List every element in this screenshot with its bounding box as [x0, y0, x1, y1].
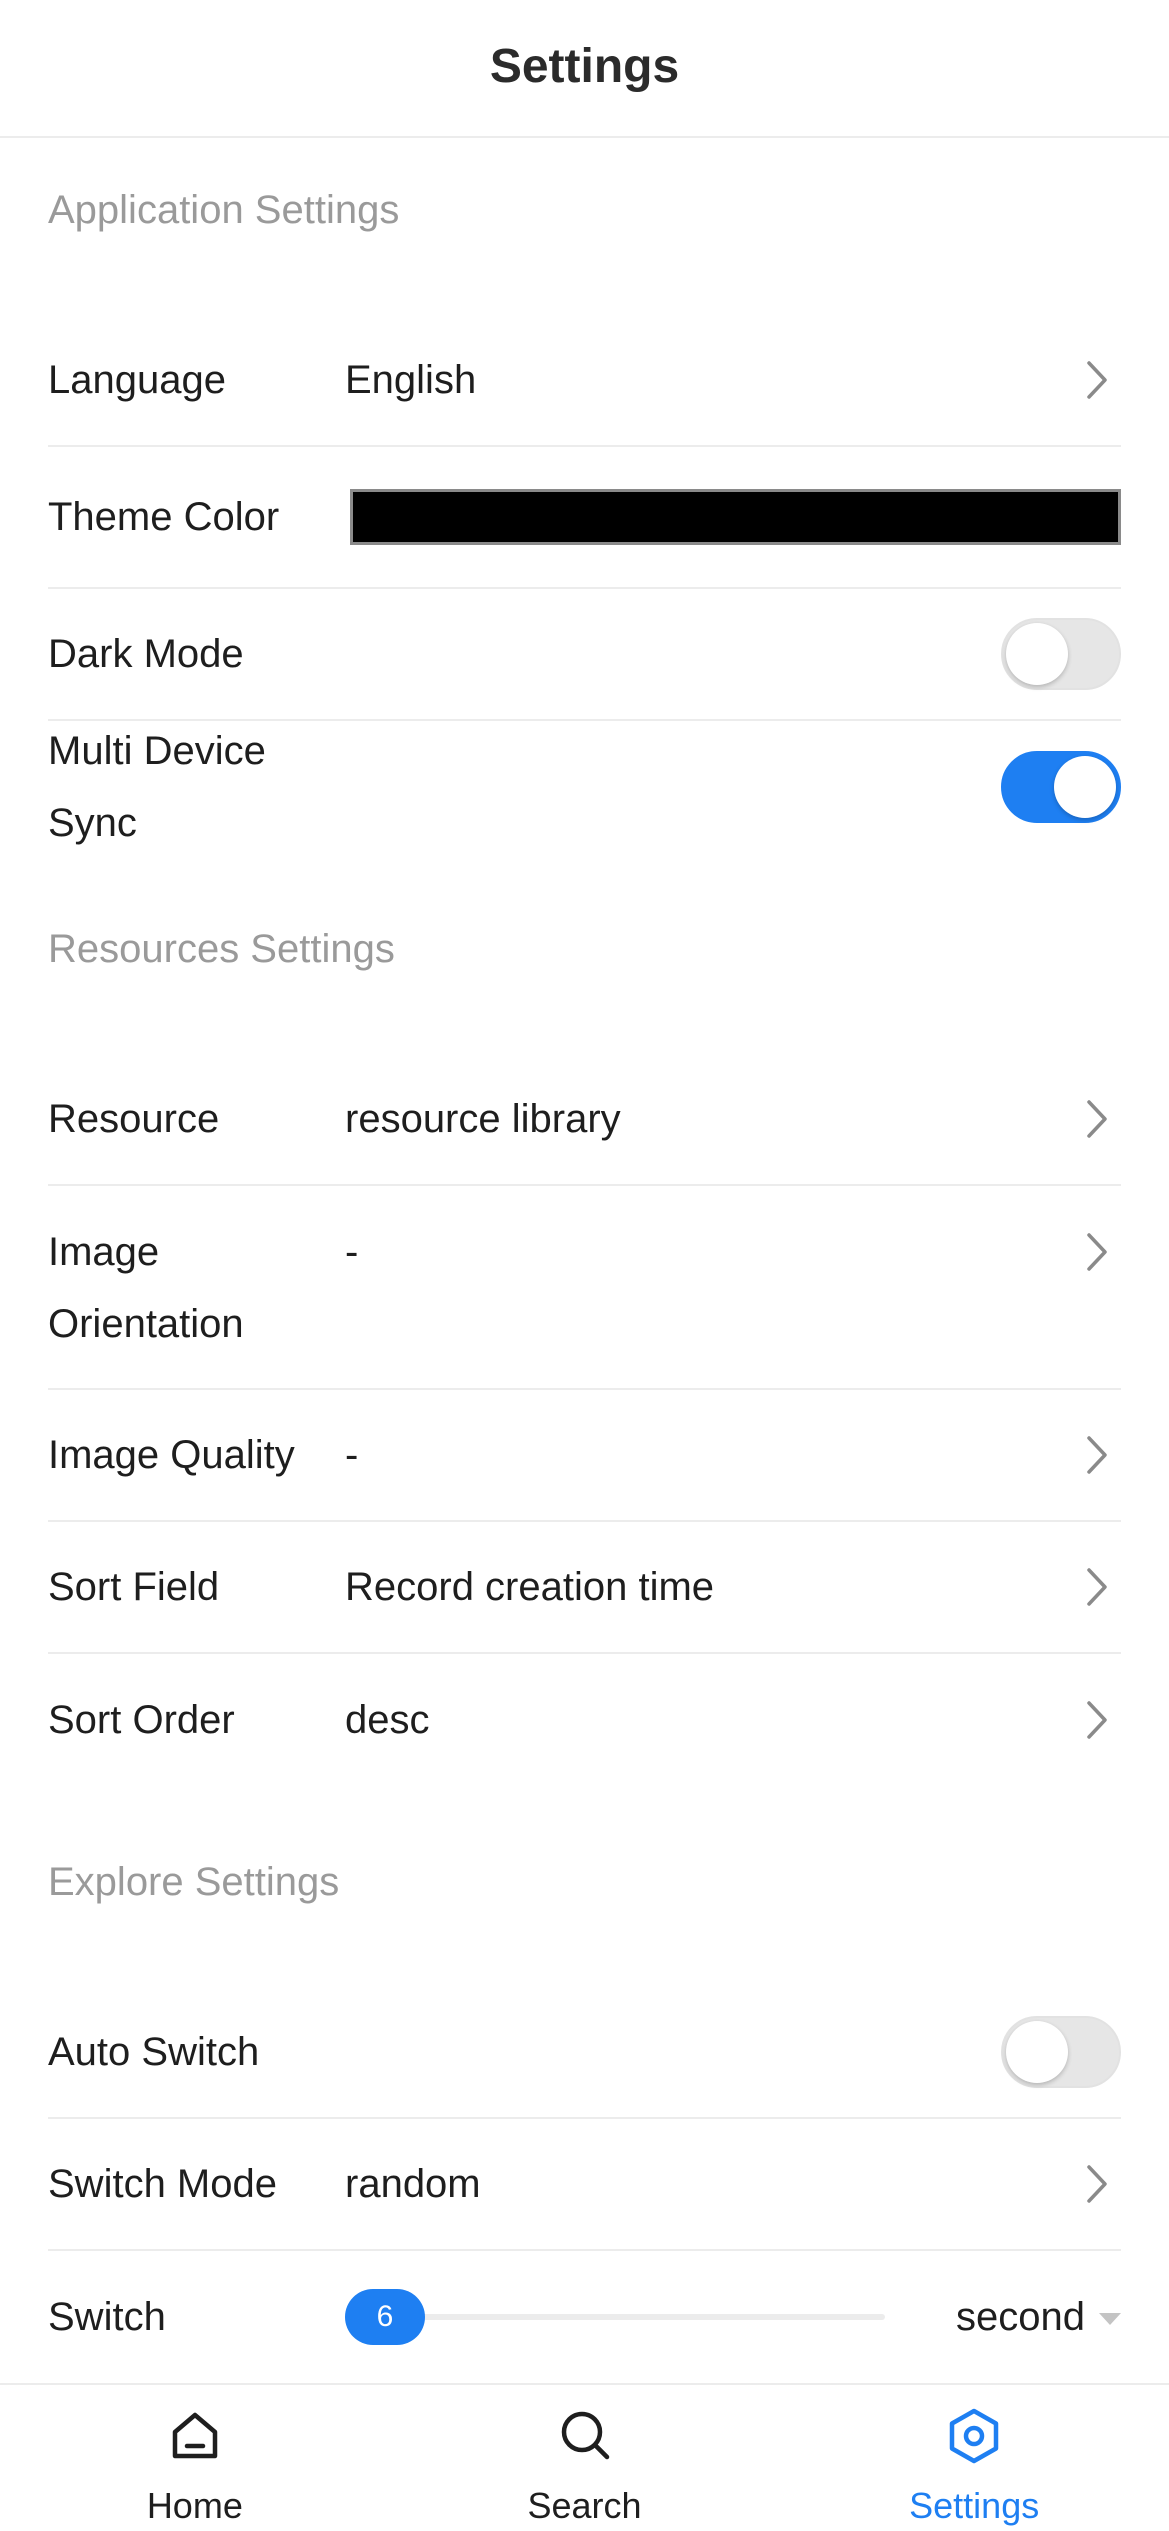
theme-color-label: Theme Color — [48, 495, 280, 539]
section-title-resources: Resources Settings — [48, 927, 395, 971]
dark-mode-switch[interactable] — [1001, 618, 1121, 690]
chevron-right-icon — [1073, 356, 1121, 404]
section-title-application: Application Settings — [48, 188, 400, 232]
auto-switch-switch[interactable] — [1001, 2016, 1121, 2088]
resource-cell[interactable]: Resource resource library — [48, 1054, 1121, 1186]
interval-unit-value: second — [956, 2294, 1085, 2339]
tab-home-label: Home — [146, 2485, 243, 2526]
tab-bar: Home Search Settings — [0, 2383, 1169, 2531]
settings-icon — [949, 2408, 999, 2464]
chevron-right-icon — [1073, 1228, 1121, 1276]
explore-settings-group: Auto Switch Switch Mode random Switch 6 … — [0, 1955, 1169, 2383]
interval-unit-select[interactable]: second — [956, 2295, 1121, 2340]
dark-mode-label: Dark Mode — [48, 632, 244, 676]
image-orientation-value: - — [345, 1230, 359, 1274]
tab-search-label: Search — [527, 2485, 642, 2526]
settings-list[interactable]: Application Settings Language English Th… — [0, 138, 1169, 2383]
switch-knob — [1054, 756, 1116, 818]
sort-field-label: Sort Field — [48, 1565, 220, 1609]
multi-device-sync-label: Multi Device Sync — [48, 729, 266, 845]
switch-mode-label: Switch Mode — [48, 2162, 277, 2206]
resources-settings-group: Resource resource library Image Orientat… — [0, 1022, 1169, 1786]
search-icon — [561, 2411, 609, 2460]
switch-knob — [1006, 2021, 1068, 2083]
chevron-right-icon — [1073, 2160, 1121, 2208]
sort-field-value: Record creation time — [345, 1565, 715, 1609]
tab-search[interactable]: Search — [390, 2385, 780, 2531]
home-icon — [172, 2412, 218, 2459]
switch-mode-cell[interactable]: Switch Mode random — [48, 2119, 1121, 2251]
chevron-right-icon — [1073, 1696, 1121, 1744]
chevron-right-icon — [1073, 1095, 1121, 1143]
language-value: English — [345, 358, 477, 402]
switch-mode-value: random — [345, 2162, 481, 2206]
switch-knob — [1006, 623, 1068, 685]
application-settings-group: Language English Theme Color Dark Mode M… — [0, 283, 1169, 853]
section-title-explore: Explore Settings — [48, 1860, 340, 1904]
image-quality-cell[interactable]: Image Quality - — [48, 1390, 1121, 1522]
image-quality-label: Image Quality — [48, 1433, 295, 1477]
image-orientation-label: Image Orientation — [48, 1230, 244, 1346]
sort-order-value: desc — [345, 1698, 430, 1742]
switch-interval-slider[interactable]: 6 — [345, 2281, 885, 2353]
chevron-right-icon — [1073, 1431, 1121, 1479]
nav-bar: Settings — [0, 0, 1169, 138]
switch-interval-cell: Switch 6 second — [48, 2251, 1121, 2383]
resource-value: resource library — [345, 1097, 621, 1141]
image-quality-value: - — [345, 1433, 359, 1477]
language-cell[interactable]: Language English — [48, 315, 1121, 447]
slider-handle[interactable]: 6 — [345, 2289, 425, 2345]
auto-switch-cell: Auto Switch — [48, 1987, 1121, 2119]
image-orientation-cell[interactable]: Image Orientation - — [48, 1186, 1121, 1390]
theme-color-cell[interactable]: Theme Color — [48, 447, 1121, 589]
sort-field-cell[interactable]: Sort Field Record creation time — [48, 1522, 1121, 1654]
switch-interval-label: Switch — [48, 2295, 166, 2339]
slider-track — [345, 2314, 885, 2320]
page-title: Settings — [489, 39, 680, 93]
auto-switch-label: Auto Switch — [48, 2030, 260, 2074]
language-label: Language — [48, 358, 226, 402]
chevron-right-icon — [1073, 1563, 1121, 1611]
tab-settings[interactable]: Settings — [779, 2385, 1169, 2531]
multi-device-sync-cell: Multi Device Sync — [48, 721, 1121, 853]
tab-settings-label: Settings — [909, 2485, 1040, 2526]
tab-home[interactable]: Home — [0, 2385, 390, 2531]
multi-device-sync-switch[interactable] — [1001, 751, 1121, 823]
dark-mode-cell: Dark Mode — [48, 589, 1121, 721]
resource-label: Resource — [48, 1097, 220, 1141]
caret-down-icon — [1099, 2313, 1121, 2325]
sort-order-cell[interactable]: Sort Order desc — [48, 1654, 1121, 1786]
sort-order-label: Sort Order — [48, 1698, 235, 1742]
theme-color-swatch[interactable] — [350, 489, 1121, 545]
